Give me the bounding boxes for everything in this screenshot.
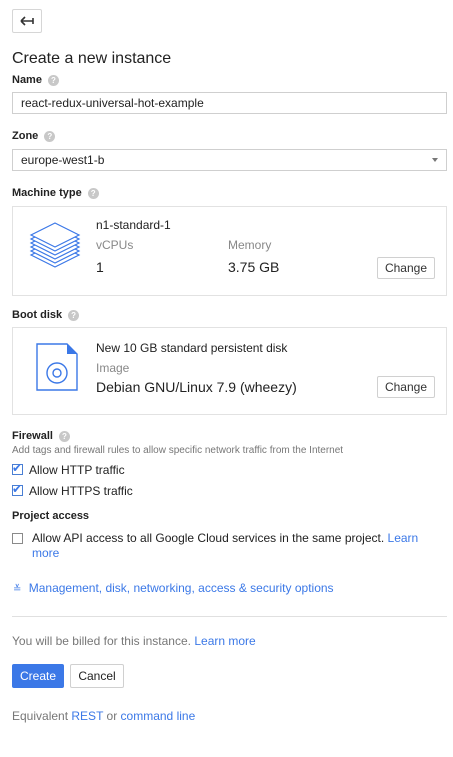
firewall-label: Firewall xyxy=(12,430,53,442)
page-title: Create a new instance xyxy=(12,50,172,67)
machine-type-card: n1-standard-1 vCPUs 1 Memory 3.75 GB Cha… xyxy=(12,206,447,296)
cancel-button[interactable]: Cancel xyxy=(70,664,124,688)
machine-type-label: Machine type xyxy=(12,187,82,199)
management-options-link[interactable]: ≚ Management, disk, networking, access &… xyxy=(13,581,334,595)
http-checkbox[interactable]: ✔ xyxy=(12,461,23,476)
vcpus-label: vCPUs xyxy=(96,238,134,252)
change-machine-type-button[interactable]: Change xyxy=(377,257,435,279)
machine-name: n1-standard-1 xyxy=(96,218,171,232)
help-icon[interactable]: ? xyxy=(47,74,59,86)
help-icon[interactable]: ? xyxy=(68,309,80,321)
billing-text: You will be billed for this instance. xyxy=(12,634,191,648)
equivalent-footer: Equivalent REST or command line xyxy=(12,709,195,723)
create-button[interactable]: Create xyxy=(12,664,64,688)
divider xyxy=(12,616,447,617)
firewall-label-row: Firewall? xyxy=(12,430,70,442)
https-checkbox[interactable]: ✔ xyxy=(12,482,23,497)
help-icon[interactable]: ? xyxy=(58,430,70,442)
memory-label: Memory xyxy=(228,238,272,252)
image-label: Image xyxy=(96,361,130,375)
change-boot-disk-button[interactable]: Change xyxy=(377,376,435,398)
learn-more-link[interactable]: Learn xyxy=(388,531,419,545)
help-icon[interactable]: ? xyxy=(44,130,56,142)
name-label: Name xyxy=(12,74,42,86)
https-checkbox-row[interactable]: ✔ Allow HTTPS traffic xyxy=(12,482,133,500)
boot-disk-card: New 10 GB standard persistent disk Image… xyxy=(12,327,447,415)
zone-select[interactable]: europe-west1-b xyxy=(12,149,447,171)
api-access-text: Allow API access to all Google Cloud ser… xyxy=(32,531,385,545)
billing-notice: You will be billed for this instance. Le… xyxy=(12,634,256,648)
name-label-row: Name? xyxy=(12,74,59,86)
project-access-label: Project access xyxy=(12,510,90,522)
equivalent-text: Equivalent xyxy=(12,709,69,723)
stacked-layers-icon xyxy=(29,222,81,268)
arrow-left-icon xyxy=(20,16,34,26)
double-chevron-down-icon: ≚ xyxy=(13,584,22,595)
disk-icon xyxy=(36,343,78,391)
api-access-row[interactable]: Allow API access to all Google Cloud ser… xyxy=(12,531,432,561)
learn-more-link-continued[interactable]: more xyxy=(32,546,59,560)
http-checkbox-row[interactable]: ✔ Allow HTTP traffic xyxy=(12,461,125,479)
memory-value: 3.75 GB xyxy=(228,259,280,275)
https-label: Allow HTTPS traffic xyxy=(29,483,133,498)
zone-label-row: Zone? xyxy=(12,130,56,142)
zone-label: Zone xyxy=(12,130,39,142)
boot-disk-label-row: Boot disk? xyxy=(12,309,80,321)
zone-select-value: europe-west1-b xyxy=(21,153,105,167)
or-text: or xyxy=(106,709,118,723)
help-icon[interactable]: ? xyxy=(87,187,99,199)
billing-learn-more-link[interactable]: Learn more xyxy=(194,634,255,648)
rest-link[interactable]: REST xyxy=(71,709,103,723)
machine-type-label-row: Machine type? xyxy=(12,187,99,199)
name-input[interactable]: react-redux-universal-hot-example xyxy=(12,92,447,114)
http-label: Allow HTTP traffic xyxy=(29,462,125,477)
back-button[interactable] xyxy=(12,9,42,33)
boot-disk-label: Boot disk xyxy=(12,309,63,321)
checkmark-icon: ✔ xyxy=(12,482,23,497)
management-options-text: Management, disk, networking, access & s… xyxy=(28,581,334,595)
api-access-checkbox[interactable] xyxy=(12,533,23,544)
image-value: Debian GNU/Linux 7.9 (wheezy) xyxy=(96,379,297,395)
dropdown-arrow-icon xyxy=(432,158,438,162)
checkmark-icon: ✔ xyxy=(12,461,23,476)
command-line-link[interactable]: command line xyxy=(121,709,196,723)
firewall-description: Add tags and firewall rules to allow spe… xyxy=(12,445,344,456)
vcpus-value: 1 xyxy=(96,259,104,275)
disk-description: New 10 GB standard persistent disk xyxy=(96,341,288,355)
